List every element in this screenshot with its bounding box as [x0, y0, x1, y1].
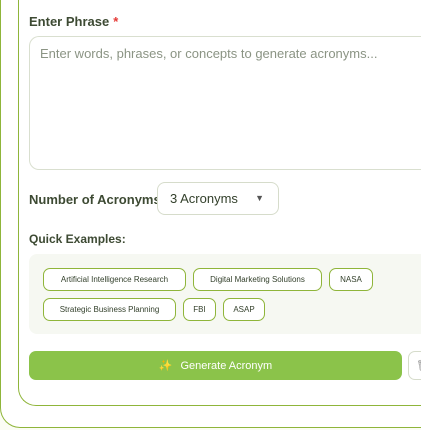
- acronym-count-select[interactable]: 3 Acronyms ▼: [157, 182, 279, 215]
- required-mark: *: [113, 14, 119, 29]
- clear-button[interactable]: 🗑: [408, 351, 421, 380]
- example-chip-asap[interactable]: ASAP: [223, 298, 265, 321]
- acronym-count-label: Number of Acronyms:: [29, 192, 166, 207]
- example-chip-fbi[interactable]: FBI: [183, 298, 216, 321]
- phrase-input[interactable]: [30, 37, 421, 169]
- generate-acronym-label: Generate Acronym: [180, 359, 273, 372]
- example-chip-artificial-intelligence-research[interactable]: Artificial Intelligence Research: [43, 268, 186, 291]
- acronym-count-value: 3 Acronyms: [170, 191, 238, 206]
- generate-acronym-button[interactable]: ✨ Generate Acronym: [29, 351, 402, 380]
- phrase-label-text: Enter Phrase: [29, 14, 110, 29]
- example-chip-strategic-business-planning[interactable]: Strategic Business Planning: [43, 298, 176, 321]
- quick-examples-label: Quick Examples:: [29, 232, 126, 246]
- phrase-input-box[interactable]: [29, 36, 421, 170]
- example-chip-digital-marketing-solutions[interactable]: Digital Marketing Solutions: [193, 268, 322, 291]
- chevron-down-icon: ▼: [255, 193, 264, 203]
- phrase-label: Enter Phrase *: [29, 14, 118, 29]
- trash-icon: 🗑: [416, 359, 421, 372]
- magic-wand-icon: ✨: [158, 360, 173, 372]
- example-chip-nasa[interactable]: NASA: [329, 268, 373, 291]
- quick-examples-panel: [29, 254, 421, 334]
